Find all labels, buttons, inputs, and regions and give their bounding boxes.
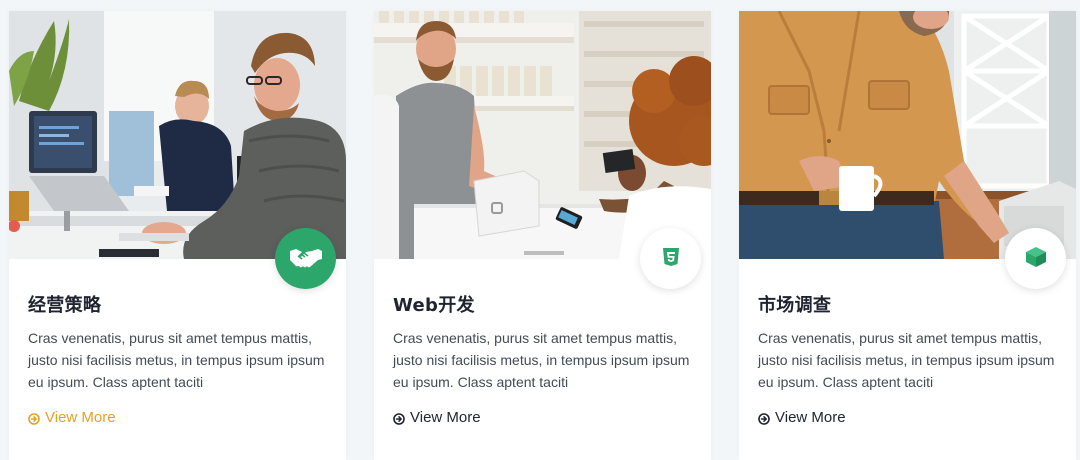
web-development-badge bbox=[640, 228, 701, 289]
shop-payment-terminal-photo bbox=[374, 11, 711, 259]
handshake-icon bbox=[289, 245, 323, 273]
man-holding-coffee-mug-photo bbox=[739, 11, 1076, 259]
arrow-circle-icon bbox=[28, 412, 40, 425]
market-research-badge bbox=[1005, 228, 1066, 289]
strategy-badge bbox=[275, 228, 336, 289]
service-cards: 经营策略 Cras venenatis, purus sit amet temp… bbox=[9, 11, 1076, 460]
arrow-circle-icon bbox=[393, 412, 405, 425]
service-card-strategy: 经营策略 Cras venenatis, purus sit amet temp… bbox=[9, 11, 346, 460]
service-card-web-development: Web开发 Cras venenatis, purus sit amet tem… bbox=[374, 11, 711, 460]
card-description: Cras venenatis, purus sit amet tempus ma… bbox=[28, 330, 325, 390]
view-more-link[interactable]: View More bbox=[758, 409, 846, 426]
card-description: Cras venenatis, purus sit amet tempus ma… bbox=[758, 330, 1055, 390]
card-title: 经营策略 bbox=[28, 295, 102, 316]
service-card-market-research: 市场调查 Cras venenatis, purus sit amet temp… bbox=[739, 11, 1076, 460]
view-more-label: View More bbox=[45, 409, 116, 426]
view-more-link[interactable]: View More bbox=[393, 409, 481, 426]
card-title: 市场调查 bbox=[758, 295, 832, 316]
card-title: Web开发 bbox=[393, 295, 475, 316]
arrow-circle-icon bbox=[758, 412, 770, 425]
card-description: Cras venenatis, purus sit amet tempus ma… bbox=[393, 330, 690, 390]
office-workers-at-computers-photo bbox=[9, 11, 346, 259]
view-more-link[interactable]: View More bbox=[28, 409, 116, 426]
cube-icon bbox=[1025, 246, 1047, 272]
html5-icon bbox=[662, 247, 680, 271]
view-more-label: View More bbox=[410, 409, 481, 426]
view-more-label: View More bbox=[775, 409, 846, 426]
